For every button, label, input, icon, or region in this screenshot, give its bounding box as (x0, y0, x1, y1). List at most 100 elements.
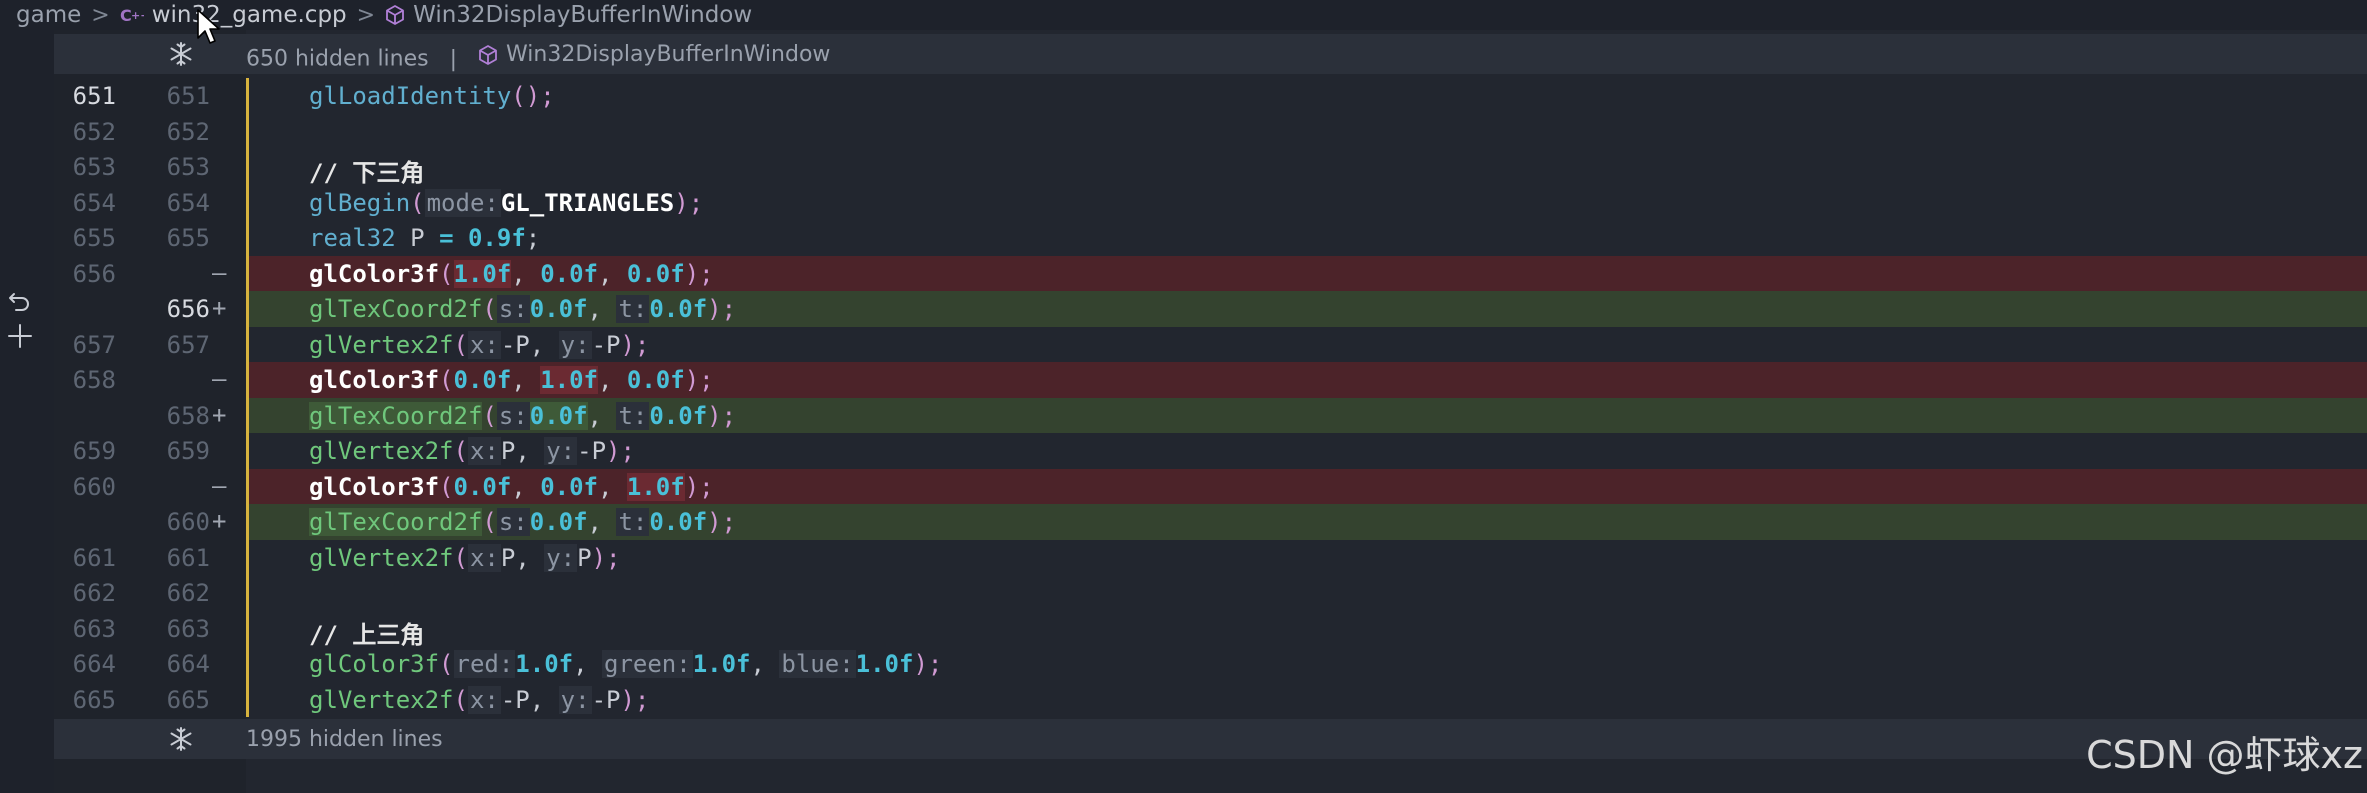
unfold-snowflake-icon[interactable] (168, 726, 194, 752)
new-line-number: 654 (166, 188, 210, 217)
code-text: glBegin(mode:GL_TRIANGLES); (309, 188, 704, 217)
hidden-lines-count: 1995 hidden lines (246, 727, 443, 752)
old-line-number: 659 (72, 437, 116, 465)
code-comment: // 下三角 (309, 159, 425, 187)
code-content[interactable]: glVertex2f(x:-P, y:-P); (246, 326, 2367, 362)
code-text: glColor3f(0.0f, 0.0f, 1.0f); (309, 472, 714, 501)
breadcrumb-item-symbol[interactable]: Win32DisplayBufferInWindow (413, 2, 752, 28)
code-line-664[interactable]: 664 664 glColor3f(red:1.0f, green:1.0f, … (54, 646, 2367, 682)
old-line-number: 653 (72, 153, 116, 181)
svg-text:C: C (120, 6, 132, 24)
old-line-number: 656 (72, 259, 116, 288)
new-line-number: 664 (166, 650, 210, 678)
code-line-656-added[interactable]: 656 + glTexCoord2f(s:0.0f, t:0.0f); (54, 291, 2367, 327)
diff-removed-marker: — (212, 258, 227, 287)
code-text: glLoadIdentity(); (309, 82, 555, 110)
old-line-number: 664 (72, 650, 116, 678)
code-content[interactable]: glVertex2f(x:P, y:P); (246, 539, 2367, 575)
code-line-656-removed[interactable]: 656 — glColor3f(1.0f, 0.0f, 0.0f); (54, 255, 2367, 291)
diff-editor[interactable]: 650 hidden lines | Win32DisplayBufferInW… (54, 30, 2367, 793)
code-content[interactable]: glVertex2f(x:P, y:-P); (246, 433, 2367, 469)
code-content[interactable]: glLoadIdentity(); (246, 78, 2367, 114)
new-line-number: 663 (166, 614, 210, 643)
code-text: real32 P = 0.9f; (309, 224, 541, 252)
code-line-658-added[interactable]: 658 + glTexCoord2f(s:0.0f, t:0.0f); (54, 397, 2367, 433)
code-content[interactable]: // 下三角 (246, 149, 2367, 187)
hidden-lines-fold-bottom[interactable]: 1995 hidden lines (54, 719, 2367, 759)
stage-hunk-plus-icon[interactable] (6, 322, 34, 350)
fold-label: 1995 hidden lines (246, 727, 443, 752)
diff-added-marker: + (212, 294, 227, 322)
old-line-number: 657 (72, 330, 116, 359)
new-line-number: 661 (166, 543, 210, 572)
old-line-number: 651 (72, 82, 116, 110)
old-line-number: 655 (72, 224, 116, 252)
code-content[interactable]: glTexCoord2f(s:0.0f, t:0.0f); (246, 397, 2367, 433)
code-line-662[interactable]: 662 662 (54, 575, 2367, 611)
code-text: glTexCoord2f(s:0.0f, t:0.0f); (309, 508, 737, 536)
new-line-number: 651 (166, 82, 210, 110)
new-line-number: 658 (166, 401, 210, 430)
fold-context-symbol: Win32DisplayBufferInWindow (506, 42, 831, 67)
hidden-lines-fold-top[interactable]: 650 hidden lines | Win32DisplayBufferInW… (54, 34, 2367, 74)
code-text: glTexCoord2f(s:0.0f, t:0.0f); (309, 401, 737, 430)
breadcrumb-item-file[interactable]: win32_game.cpp (152, 2, 347, 28)
fold-label: 650 hidden lines | Win32DisplayBufferInW… (246, 42, 830, 72)
cpp-file-icon: C++ (120, 6, 144, 24)
new-line-number: 659 (166, 437, 210, 465)
diff-removed-marker: — (212, 365, 227, 393)
code-content[interactable]: glTexCoord2f(s:0.0f, t:0.0f); (246, 291, 2367, 327)
new-line-number: 652 (166, 117, 210, 146)
code-line-658-removed[interactable]: 658 — glColor3f(0.0f, 1.0f, 0.0f); (54, 362, 2367, 398)
old-line-number: 663 (72, 614, 116, 643)
watermark: CSDN @虾球xz (2086, 733, 2363, 777)
code-content[interactable]: glColor3f(1.0f, 0.0f, 0.0f); (246, 255, 2367, 291)
code-line-651[interactable]: 651 651 glLoadIdentity(); (54, 78, 2367, 114)
code-text: glVertex2f(x:-P, y:-P); (309, 685, 650, 714)
code-content[interactable]: glTexCoord2f(s:0.0f, t:0.0f); (246, 504, 2367, 540)
code-content[interactable]: // 上三角 (246, 610, 2367, 649)
breadcrumb-item-game[interactable]: game (16, 2, 81, 28)
code-content[interactable] (246, 113, 2367, 149)
code-line-660-removed[interactable]: 660 — glColor3f(0.0f, 0.0f, 1.0f); (54, 468, 2367, 504)
new-line-number: 653 (166, 153, 210, 181)
fold-divider: | (449, 46, 458, 72)
code-line-663[interactable]: 663 663 // 上三角 (54, 610, 2367, 649)
code-text: glTexCoord2f(s:0.0f, t:0.0f); (309, 295, 737, 323)
code-line-657[interactable]: 657 657 glVertex2f(x:-P, y:-P); (54, 326, 2367, 362)
code-line-655[interactable]: 655 655 real32 P = 0.9f; (54, 220, 2367, 256)
old-line-number: 665 (72, 685, 116, 714)
code-content[interactable]: real32 P = 0.9f; (246, 220, 2367, 256)
new-line-number: 662 (166, 579, 210, 607)
revert-icon[interactable] (6, 288, 34, 316)
symbol-method-icon (385, 4, 405, 26)
code-line-652[interactable]: 652 652 (54, 113, 2367, 149)
code-content[interactable]: glColor3f(0.0f, 0.0f, 1.0f); (246, 468, 2367, 504)
code-content[interactable]: glBegin(mode:GL_TRIANGLES); (246, 184, 2367, 220)
new-line-number: 656 (166, 295, 210, 323)
code-line-659[interactable]: 659 659 glVertex2f(x:P, y:-P); (54, 433, 2367, 469)
fold-context: Win32DisplayBufferInWindow (478, 42, 830, 67)
code-text: glColor3f(0.0f, 1.0f, 0.0f); (309, 366, 714, 394)
code-content[interactable]: glColor3f(red:1.0f, green:1.0f, blue:1.0… (246, 646, 2367, 682)
new-line-number: 655 (166, 224, 210, 252)
old-line-number: 662 (72, 579, 116, 607)
code-line-654[interactable]: 654 654 glBegin(mode:GL_TRIANGLES); (54, 184, 2367, 220)
code-content[interactable] (246, 575, 2367, 611)
svg-text:++: ++ (131, 9, 144, 22)
new-line-number: 657 (166, 330, 210, 359)
new-line-number: 665 (166, 685, 210, 714)
code-line-660-added[interactable]: 660 + glTexCoord2f(s:0.0f, t:0.0f); (54, 504, 2367, 540)
code-line-665[interactable]: 665 665 glVertex2f(x:-P, y:-P); (54, 681, 2367, 717)
code-content[interactable]: glColor3f(0.0f, 1.0f, 0.0f); (246, 362, 2367, 398)
code-content[interactable]: glVertex2f(x:-P, y:-P); (246, 681, 2367, 717)
code-line-661[interactable]: 661 661 glVertex2f(x:P, y:P); (54, 539, 2367, 575)
hidden-lines-count: 650 hidden lines (246, 46, 429, 72)
code-line-653[interactable]: 653 653 // 下三角 (54, 149, 2367, 187)
old-line-number: 660 (72, 472, 116, 501)
code-text: glVertex2f(x:-P, y:-P); (309, 330, 650, 359)
old-line-number: 652 (72, 117, 116, 146)
unfold-snowflake-icon[interactable] (168, 41, 194, 67)
inlay-hint: mode: (424, 188, 501, 217)
breadcrumb-separator: > (91, 2, 110, 28)
